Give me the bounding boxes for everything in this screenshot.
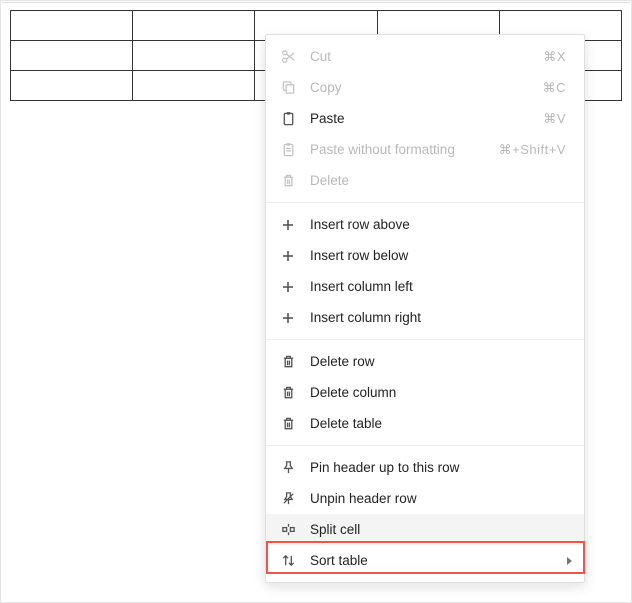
menu-item-insert-column-left[interactable]: Insert column left [266, 271, 584, 302]
menu-item-shortcut: ⌘V [543, 111, 566, 127]
menu-item-label: Sort table [310, 553, 566, 568]
menu-item-label: Insert row above [310, 217, 566, 232]
table-cell[interactable] [11, 41, 133, 71]
menu-item-label: Unpin header row [310, 491, 566, 506]
menu-item-label: Paste [310, 111, 543, 126]
context-menu: Cut ⌘X Copy ⌘C Paste ⌘V [265, 34, 585, 583]
pin-icon [280, 460, 296, 476]
menu-item-label: Delete [310, 173, 566, 188]
menu-item-paste[interactable]: Paste ⌘V [266, 103, 584, 134]
menu-item-cut[interactable]: Cut ⌘X [266, 41, 584, 72]
menu-item-shortcut: ⌘C [543, 80, 566, 96]
plus-icon [280, 248, 296, 264]
menu-item-shortcut: ⌘+Shift+V [499, 142, 566, 158]
menu-item-label: Insert column left [310, 279, 566, 294]
menu-item-label: Pin header up to this row [310, 460, 566, 475]
plus-icon [280, 279, 296, 295]
clipboard-icon [280, 111, 296, 127]
menu-item-insert-row-below[interactable]: Insert row below [266, 240, 584, 271]
menu-item-label: Insert row below [310, 248, 566, 263]
menu-separator [266, 202, 584, 203]
menu-item-insert-column-right[interactable]: Insert column right [266, 302, 584, 333]
menu-item-delete-column[interactable]: Delete column [266, 377, 584, 408]
menu-item-copy[interactable]: Copy ⌘C [266, 72, 584, 103]
table-cell[interactable] [133, 41, 255, 71]
menu-separator [266, 445, 584, 446]
document-top-rule [2, 2, 630, 3]
split-cell-icon [280, 522, 296, 538]
trash-icon [280, 354, 296, 370]
menu-item-label: Copy [310, 80, 543, 95]
menu-item-delete-table[interactable]: Delete table [266, 408, 584, 439]
menu-item-sort-table[interactable]: Sort table [266, 545, 584, 576]
menu-item-label: Paste without formatting [310, 142, 499, 157]
menu-item-pin-header[interactable]: Pin header up to this row [266, 452, 584, 483]
menu-item-label: Delete table [310, 416, 566, 431]
table-cell[interactable] [11, 11, 133, 41]
scissors-icon [280, 49, 296, 65]
menu-item-shortcut: ⌘X [543, 49, 566, 65]
plus-icon [280, 310, 296, 326]
trash-icon [280, 385, 296, 401]
menu-item-split-cell[interactable]: Split cell [266, 514, 584, 545]
menu-item-label: Delete column [310, 385, 566, 400]
menu-item-delete-row[interactable]: Delete row [266, 346, 584, 377]
sort-icon [280, 553, 296, 569]
table-cell[interactable] [133, 11, 255, 41]
unpin-icon [280, 491, 296, 507]
menu-item-label: Cut [310, 49, 543, 64]
table-cell[interactable] [133, 71, 255, 101]
menu-separator [266, 339, 584, 340]
clipboard-plain-icon [280, 142, 296, 158]
menu-item-label: Insert column right [310, 310, 566, 325]
menu-item-unpin-header[interactable]: Unpin header row [266, 483, 584, 514]
trash-icon [280, 173, 296, 189]
copy-icon [280, 80, 296, 96]
menu-item-insert-row-above[interactable]: Insert row above [266, 209, 584, 240]
menu-item-paste-without-formatting[interactable]: Paste without formatting ⌘+Shift+V [266, 134, 584, 165]
plus-icon [280, 217, 296, 233]
table-cell[interactable] [11, 71, 133, 101]
menu-item-label: Split cell [310, 522, 566, 537]
trash-icon [280, 416, 296, 432]
menu-item-delete[interactable]: Delete [266, 165, 584, 196]
menu-item-label: Delete row [310, 354, 566, 369]
